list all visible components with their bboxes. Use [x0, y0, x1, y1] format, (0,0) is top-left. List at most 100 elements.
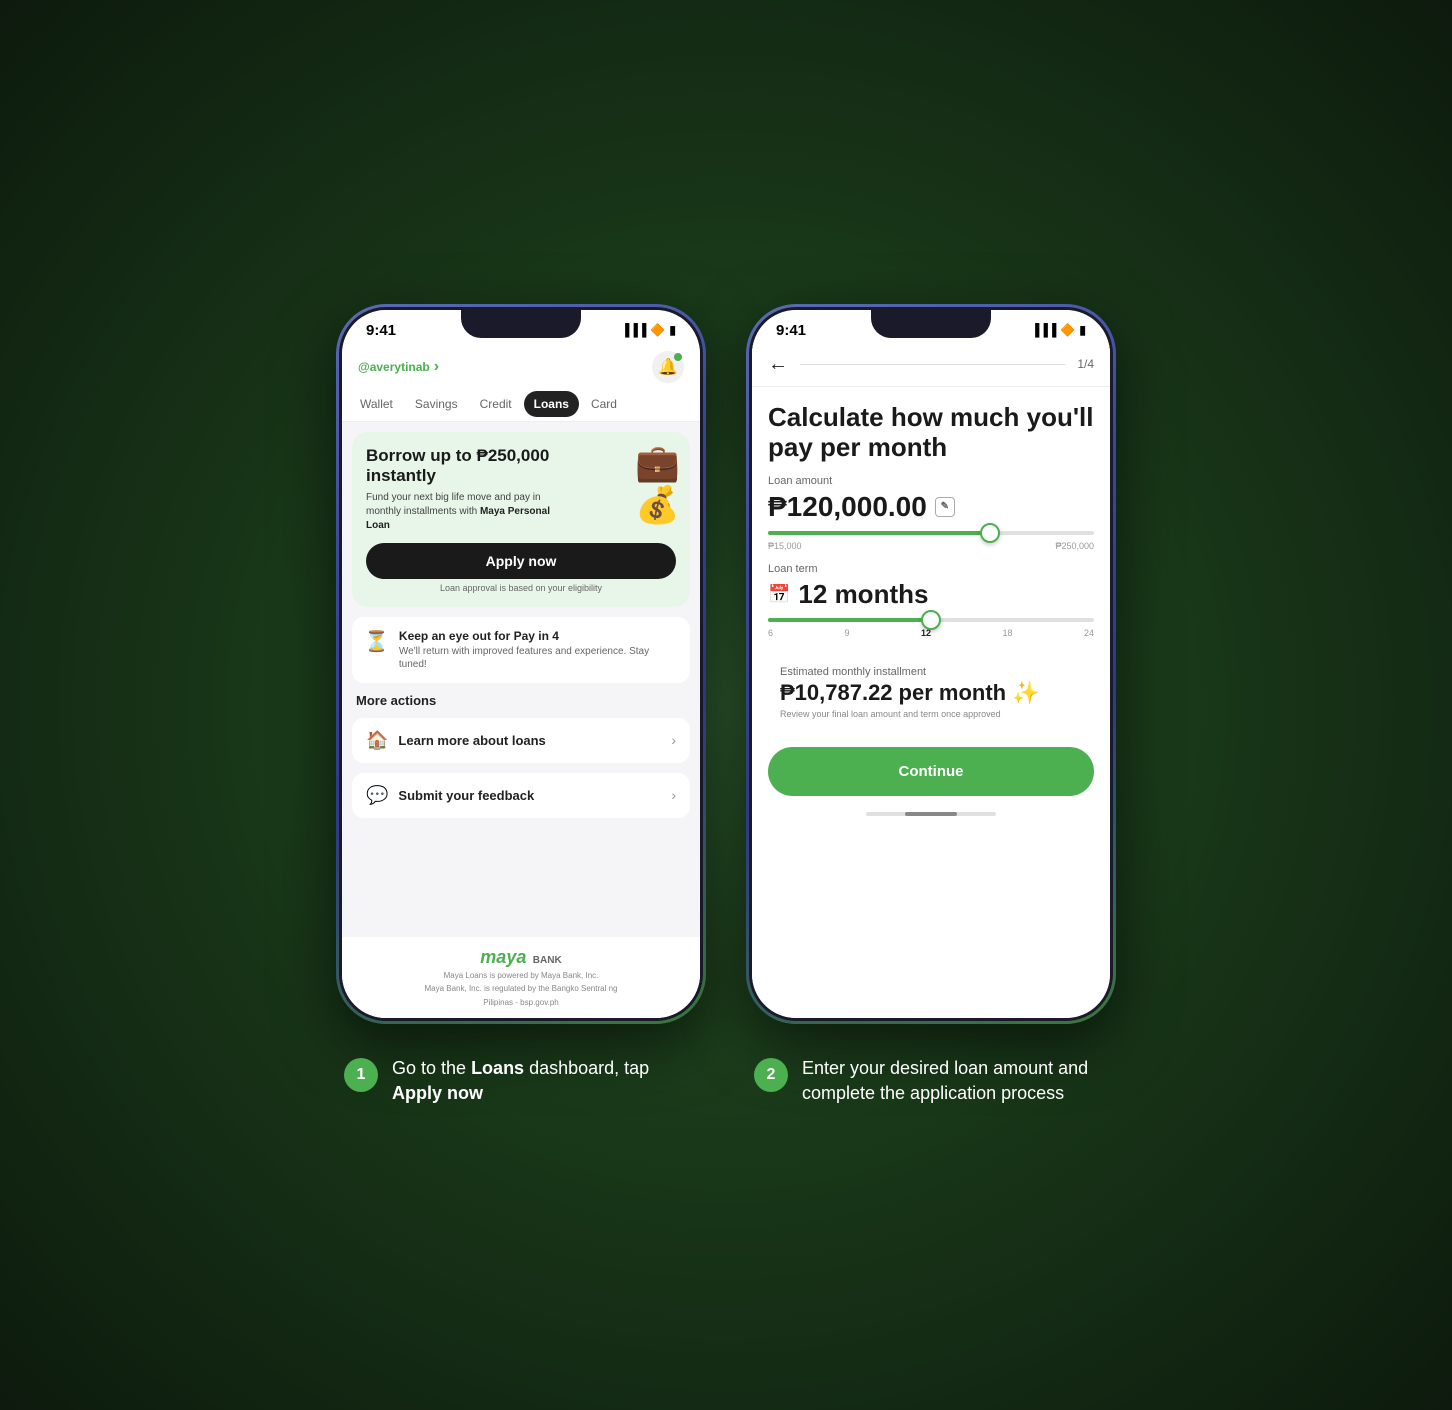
- tab-wallet[interactable]: Wallet: [350, 391, 403, 417]
- estimate-label: Estimated monthly installment: [780, 666, 1082, 678]
- hero-emoji: 💼💰: [635, 442, 680, 526]
- notification-bell[interactable]: 🔔: [652, 351, 684, 383]
- s1-footer: maya BANK Maya Loans is powered by Maya …: [342, 937, 700, 1018]
- step-1-text: Go to the Loans dashboard, tap Apply now: [392, 1056, 698, 1106]
- progress-indicator: 1/4: [1077, 357, 1094, 371]
- s2-body: Calculate how much you'll pay per month …: [752, 387, 1110, 1018]
- phone-screen-2: 9:41 ▐▐▐ 🔶 ▮ ← 1/4: [752, 310, 1110, 1018]
- wifi-icon: 🔶: [650, 323, 665, 337]
- learn-more-icon: 🏠: [366, 730, 388, 751]
- slider-thumb-2[interactable]: [921, 610, 941, 630]
- maya-logo: maya BANK: [352, 947, 690, 968]
- back-button[interactable]: ←: [768, 353, 788, 376]
- footer-text-1: Maya Loans is powered by Maya Bank, Inc.: [352, 970, 690, 981]
- loan-amount-section: Loan amount ₱120,000.00 ✎: [768, 475, 1094, 551]
- chevron-right-icon-1: ›: [671, 732, 676, 748]
- term-label-6: 6: [768, 628, 773, 638]
- step-2-text: Enter your desired loan amount and compl…: [802, 1056, 1108, 1106]
- wifi-icon-2: 🔶: [1060, 323, 1075, 337]
- tab-card[interactable]: Card: [581, 391, 627, 417]
- apply-now-button[interactable]: Apply now: [366, 543, 676, 579]
- header-divider: [800, 364, 1065, 365]
- step-1-label: 1 Go to the Loans dashboard, tap Apply n…: [336, 1056, 706, 1106]
- pay4-title: Keep an eye out for Pay in 4: [399, 629, 678, 643]
- footer-text-3: Pilipinas - bsp.gov.ph: [352, 997, 690, 1008]
- footer-text-2: Maya Bank, Inc. is regulated by the Bang…: [352, 983, 690, 994]
- loan-amount-slider[interactable]: ₱15,000 ₱250,000: [768, 531, 1094, 551]
- loan-term-label: Loan term: [768, 563, 1094, 575]
- continue-button[interactable]: Continue: [768, 747, 1094, 796]
- term-label-24: 24: [1084, 628, 1094, 638]
- phone-middle-1: 9:41 ▐▐▐ 🔶 ▮ @averytinab: [339, 307, 703, 1021]
- phone-middle-2: 9:41 ▐▐▐ 🔶 ▮ ← 1/4: [749, 307, 1113, 1021]
- more-actions-title: More actions: [352, 693, 690, 708]
- pay4-content: Keep an eye out for Pay in 4 We'll retur…: [399, 629, 678, 671]
- term-label-18: 18: [1002, 628, 1012, 638]
- notch-2: [871, 310, 991, 338]
- phone-frame-2: 9:41 ▐▐▐ 🔶 ▮ ← 1/4: [746, 304, 1116, 1024]
- scroll-indicator: [866, 812, 996, 816]
- feedback-icon: 💬: [366, 785, 388, 806]
- calculator-title: Calculate how much you'll pay per month: [768, 403, 1094, 463]
- phone-screen-1: 9:41 ▐▐▐ 🔶 ▮ @averytinab: [342, 310, 700, 1018]
- slider-fill-1: [768, 531, 990, 535]
- phone-frame-1: 9:41 ▐▐▐ 🔶 ▮ @averytinab: [336, 304, 706, 1024]
- screen-content-1: @averytinab › 🔔 Wallet Savings Credit Lo…: [342, 343, 700, 1018]
- pay4-subtitle: We'll return with improved features and …: [399, 645, 678, 671]
- slider-max-label: ₱250,000: [1055, 541, 1094, 551]
- calendar-icon: 📅: [768, 584, 790, 605]
- s1-body: 💼💰 Borrow up to ₱250,000 instantly Fund …: [342, 422, 700, 937]
- username-display: @averytinab ›: [358, 358, 439, 376]
- hero-subtitle: Fund your next big life move and pay in …: [366, 491, 566, 533]
- sparkle-icon: ✨: [1012, 680, 1039, 706]
- phone-card-1: 9:41 ▐▐▐ 🔶 ▮ @averytinab: [336, 304, 706, 1106]
- learn-more-text: Learn more about loans: [398, 733, 545, 748]
- tab-loans[interactable]: Loans: [524, 391, 579, 417]
- status-time-2: 9:41: [776, 322, 806, 339]
- status-icons-2: ▐▐▐ 🔶 ▮: [1031, 323, 1086, 337]
- estimate-note: Review your final loan amount and term o…: [780, 709, 1082, 719]
- battery-icon: ▮: [669, 323, 676, 337]
- edit-amount-button[interactable]: ✎: [935, 497, 955, 517]
- loan-amount-display: ₱120,000.00 ✎: [768, 491, 1094, 523]
- slider-track-2: [768, 618, 1094, 622]
- signal-icon-2: ▐▐▐: [1031, 323, 1057, 337]
- loan-term-section: Loan term 📅 12 months: [768, 563, 1094, 638]
- approval-note: Loan approval is based on your eligibili…: [366, 583, 676, 593]
- tab-credit[interactable]: Credit: [470, 391, 522, 417]
- battery-icon-2: ▮: [1079, 323, 1086, 337]
- status-icons-1: ▐▐▐ 🔶 ▮: [621, 323, 676, 337]
- estimate-amount: ₱10,787.22 per month ✨: [780, 680, 1082, 706]
- status-time-1: 9:41: [366, 322, 396, 339]
- chevron-right-icon-2: ›: [671, 787, 676, 803]
- tab-savings[interactable]: Savings: [405, 391, 468, 417]
- slider-track-1: [768, 531, 1094, 535]
- nav-tabs: Wallet Savings Credit Loans Card: [342, 387, 700, 422]
- slider-min-label: ₱15,000: [768, 541, 802, 551]
- chevron-icon: ›: [434, 358, 439, 376]
- pay-in-4-card: ⏳ Keep an eye out for Pay in 4 We'll ret…: [352, 617, 690, 683]
- hero-title: Borrow up to ₱250,000 instantly: [366, 446, 566, 487]
- step-number-1: 1: [344, 1058, 378, 1092]
- phone-card-2: 9:41 ▐▐▐ 🔶 ▮ ← 1/4: [746, 304, 1116, 1106]
- scroll-fill: [905, 812, 957, 816]
- estimate-section: Estimated monthly installment ₱10,787.22…: [768, 654, 1094, 731]
- s1-header: @averytinab › 🔔: [342, 343, 700, 387]
- feedback-text: Submit your feedback: [398, 788, 534, 803]
- page-container: 9:41 ▐▐▐ 🔶 ▮ @averytinab: [256, 244, 1196, 1166]
- pay4-icon: ⏳: [364, 629, 389, 654]
- step-2-label: 2 Enter your desired loan amount and com…: [746, 1056, 1116, 1106]
- loan-term-display: 📅 12 months: [768, 579, 1094, 610]
- hero-banner: 💼💰 Borrow up to ₱250,000 instantly Fund …: [352, 432, 690, 607]
- estimate-per-month: per month: [899, 680, 1007, 706]
- screen-content-2: ← 1/4 Calculate how much you'll pay per …: [752, 343, 1110, 1018]
- loan-term-slider[interactable]: 6 9 12 18 24: [768, 618, 1094, 638]
- s2-header: ← 1/4: [752, 343, 1110, 386]
- action-learn-more[interactable]: 🏠 Learn more about loans ›: [352, 718, 690, 763]
- notch-1: [461, 310, 581, 338]
- signal-icon: ▐▐▐: [621, 323, 647, 337]
- term-label-9: 9: [844, 628, 849, 638]
- slider-thumb-1[interactable]: [980, 523, 1000, 543]
- action-feedback[interactable]: 💬 Submit your feedback ›: [352, 773, 690, 818]
- slider-labels-1: ₱15,000 ₱250,000: [768, 541, 1094, 551]
